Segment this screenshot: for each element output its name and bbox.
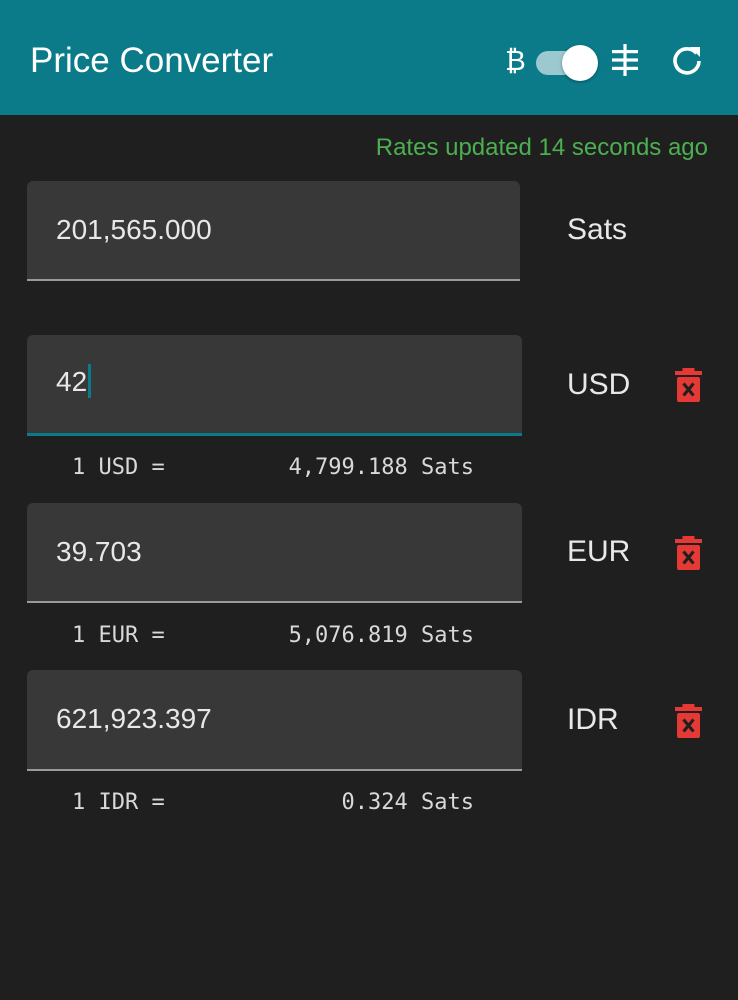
usd-rate-label: 1 USD = <box>72 455 165 480</box>
sats-unit-label: Sats <box>567 213 628 246</box>
eur-amount: 39.703 <box>56 536 142 567</box>
toggle-thumb <box>562 45 598 81</box>
usd-delete-icon[interactable] <box>675 368 702 402</box>
idr-input-field[interactable]: 621,923.397 <box>27 670 522 771</box>
sats-icon <box>612 44 638 76</box>
usd-amount: 42 <box>56 363 92 398</box>
refresh-icon[interactable] <box>669 43 705 79</box>
idr-rate-value: 0.324 Sats <box>341 790 474 815</box>
eur-input-field[interactable]: 39.703 <box>27 503 522 603</box>
sats-input-field[interactable]: 201,565.000 <box>27 181 520 281</box>
eur-delete-icon[interactable] <box>675 536 702 570</box>
rates-status: Rates updated 14 seconds ago <box>375 134 708 161</box>
app-bar: Price Converter ₿ <box>0 0 738 115</box>
idr-rate-label: 1 IDR = <box>72 790 165 815</box>
sats-amount: 201,565.000 <box>56 214 212 245</box>
eur-rate-label: 1 EUR = <box>72 623 165 648</box>
unit-toggle[interactable] <box>536 45 598 81</box>
eur-code-label: EUR <box>567 535 631 568</box>
text-cursor <box>88 363 92 398</box>
usd-input-field[interactable]: 42 <box>27 335 522 436</box>
usd-rate-value: 4,799.188 Sats <box>288 455 474 480</box>
idr-delete-icon[interactable] <box>675 704 702 738</box>
bitcoin-icon: ₿ <box>505 45 526 76</box>
idr-code-label: IDR <box>567 703 619 736</box>
usd-code-label: USD <box>567 368 631 401</box>
idr-amount: 621,923.397 <box>56 703 212 734</box>
app-title: Price Converter <box>30 41 274 80</box>
eur-rate-value: 5,076.819 Sats <box>288 623 474 648</box>
